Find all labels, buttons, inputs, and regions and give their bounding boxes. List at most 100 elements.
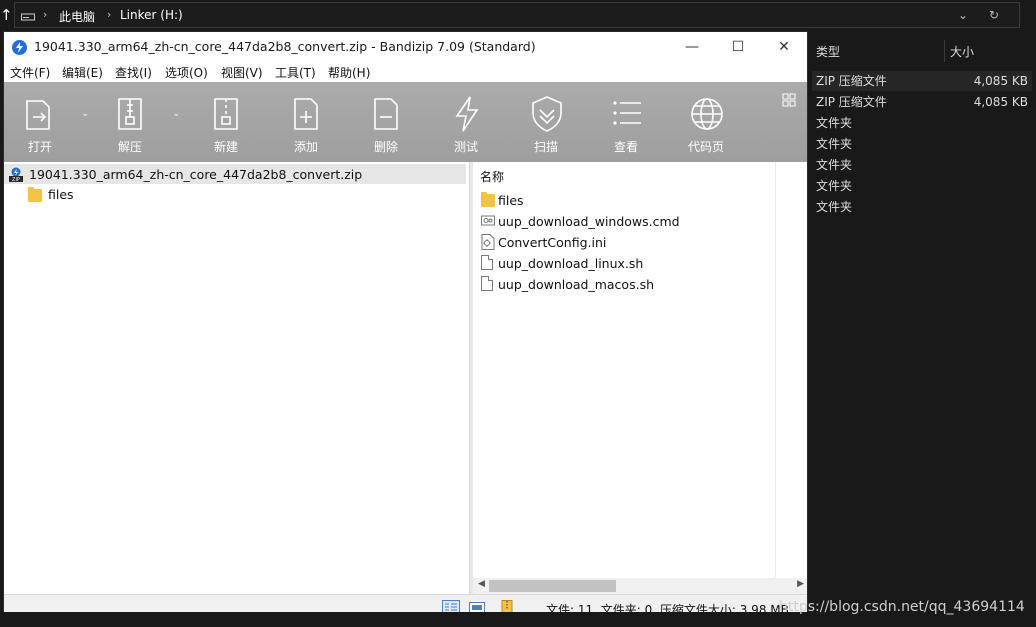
column-name-label: 名称	[480, 170, 505, 184]
scroll-left-icon[interactable]: ◀	[478, 579, 485, 589]
row-type: 文件夹	[816, 116, 853, 130]
menu-options[interactable]: 选项(O)	[165, 64, 208, 81]
watermark: https://blog.csdn.net/qq_43694114	[779, 599, 1025, 615]
open-label: 打开	[27, 140, 52, 154]
add-file-icon	[294, 98, 318, 130]
file-name: uup_download_windows.cmd	[498, 214, 680, 229]
scan-shield-icon	[532, 96, 562, 132]
new-archive-icon	[214, 98, 238, 130]
drive-icon	[21, 13, 35, 21]
scan-button[interactable]: 扫描	[511, 82, 581, 162]
tree-root-label: 19041.330_arm64_zh-cn_core_447da2b8_conv…	[29, 167, 363, 182]
row-type: ZIP 压缩文件	[816, 74, 887, 88]
explorer-details-pane: 类型 大小 ZIP 压缩文件 4,085 KB ZIP 压缩文件 4,085 KB …	[808, 31, 1036, 627]
open-icon	[26, 100, 50, 130]
explorer-address-bar: ↑ › 此电脑 › Linker (H:) ⌄ ↻	[0, 0, 1036, 31]
file-name: ConvertConfig.ini	[498, 235, 607, 250]
explorer-row[interactable]: 文件夹	[812, 197, 1032, 217]
explorer-row[interactable]: ZIP 压缩文件 4,085 KB	[812, 92, 1032, 112]
ini-file-icon	[481, 234, 495, 250]
add-button[interactable]: 添加	[271, 82, 341, 162]
menu-tools[interactable]: 工具(T)	[275, 64, 316, 81]
extract-label: 解压	[117, 140, 142, 154]
tree-item-label: files	[48, 187, 74, 202]
test-icon	[455, 96, 479, 132]
tree-root-archive[interactable]: ZIP 19041.330_arm64_zh-cn_core_447da2b8_…	[4, 164, 466, 184]
file-row[interactable]: ConvertConfig.ini	[473, 231, 773, 252]
new-archive-button[interactable]: 新建	[191, 82, 261, 162]
delete-file-icon	[374, 98, 398, 130]
column-header-name[interactable]: 名称	[473, 162, 775, 186]
bandizip-app-icon	[12, 40, 27, 55]
codepage-label: 代码页	[687, 140, 724, 154]
extract-dropdown-icon[interactable]: ⌄	[172, 108, 180, 119]
scan-label: 扫描	[533, 140, 558, 154]
file-list-pane: 名称 files uup_download_windows.cmd Conver…	[473, 162, 807, 594]
refresh-icon[interactable]: ↻	[989, 8, 999, 22]
row-size: 4,085 KB	[973, 74, 1028, 88]
menu-view[interactable]: 视图(V)	[221, 64, 263, 81]
title-bar[interactable]: 19041.330_arm64_zh-cn_core_447da2b8_conv…	[4, 32, 807, 62]
row-type: 文件夹	[816, 200, 853, 214]
breadcrumb-item[interactable]: 此电脑	[59, 8, 95, 25]
add-label: 添加	[293, 140, 318, 154]
explorer-row[interactable]: 文件夹	[812, 134, 1032, 154]
row-type: ZIP 压缩文件	[816, 95, 887, 109]
column-size[interactable]: 大小	[950, 43, 974, 60]
bandizip-window: 19041.330_arm64_zh-cn_core_447da2b8_conv…	[3, 31, 808, 621]
file-row[interactable]: files	[473, 189, 773, 210]
zip-archive-icon: ZIP	[9, 167, 23, 182]
svg-text:ZIP: ZIP	[12, 177, 20, 182]
minimize-button[interactable]: —	[669, 32, 715, 62]
explorer-row[interactable]: 文件夹	[812, 155, 1032, 175]
delete-button[interactable]: 删除	[351, 82, 421, 162]
view-button[interactable]: 查看	[591, 82, 661, 162]
chevron-down-icon[interactable]: ⌄	[958, 8, 968, 22]
column-divider[interactable]	[775, 162, 776, 577]
column-divider[interactable]	[944, 40, 945, 62]
explorer-row[interactable]: 文件夹	[812, 176, 1032, 196]
open-button[interactable]: 打开	[5, 82, 75, 162]
explorer-row[interactable]: 文件夹	[812, 113, 1032, 133]
explorer-row[interactable]: ZIP 压缩文件 4,085 KB	[812, 71, 1032, 91]
extract-button[interactable]: 解压	[95, 82, 165, 162]
file-icon	[481, 276, 495, 292]
menu-edit[interactable]: 编辑(E)	[62, 64, 103, 81]
breadcrumb-item[interactable]: Linker (H:)	[120, 8, 183, 22]
file-row[interactable]: uup_download_macos.sh	[473, 273, 773, 294]
test-label: 测试	[453, 140, 478, 154]
cmd-file-icon	[481, 213, 495, 229]
file-name: uup_download_linux.sh	[498, 256, 644, 271]
menu-file[interactable]: 文件(F)	[10, 64, 50, 81]
file-row[interactable]: uup_download_linux.sh	[473, 252, 773, 273]
scrollbar-thumb[interactable]	[489, 580, 616, 592]
view-list-icon	[613, 101, 641, 125]
row-type: 文件夹	[816, 158, 853, 172]
chevron-right-icon: ›	[107, 8, 112, 21]
maximize-button[interactable]: ☐	[715, 32, 761, 62]
file-icon	[481, 255, 495, 271]
row-type: 文件夹	[816, 137, 853, 151]
row-size: 4,085 KB	[973, 95, 1028, 109]
delete-label: 删除	[373, 140, 398, 154]
close-button[interactable]: ✕	[761, 32, 807, 62]
file-row[interactable]: uup_download_windows.cmd	[473, 210, 773, 231]
menu-help[interactable]: 帮助(H)	[328, 64, 370, 81]
folder-tree-pane: ZIP 19041.330_arm64_zh-cn_core_447da2b8_…	[4, 162, 469, 594]
extract-icon	[118, 98, 142, 130]
toolbar: 打开 ⌄ 解压 ⌄ 新建 添加 删除 测试 扫描 查看 代码页	[4, 82, 807, 162]
open-dropdown-icon[interactable]: ⌄	[81, 108, 89, 119]
column-type[interactable]: 类型	[816, 43, 840, 60]
up-arrow-icon[interactable]: ↑	[0, 5, 13, 25]
horizontal-scrollbar[interactable]: ◀ ▶	[473, 578, 807, 594]
test-button[interactable]: 测试	[431, 82, 501, 162]
layout-grid-icon[interactable]	[782, 93, 796, 107]
codepage-button[interactable]: 代码页	[671, 82, 741, 162]
explorer-column-header: 类型 大小	[808, 31, 1036, 67]
folder-icon	[28, 187, 42, 202]
scroll-right-icon[interactable]: ▶	[797, 579, 804, 589]
file-name: uup_download_macos.sh	[498, 277, 654, 292]
address-box[interactable]: › 此电脑 › Linker (H:) ⌄ ↻	[14, 2, 1020, 28]
file-name: files	[498, 193, 524, 208]
menu-find[interactable]: 查找(I)	[115, 64, 152, 81]
